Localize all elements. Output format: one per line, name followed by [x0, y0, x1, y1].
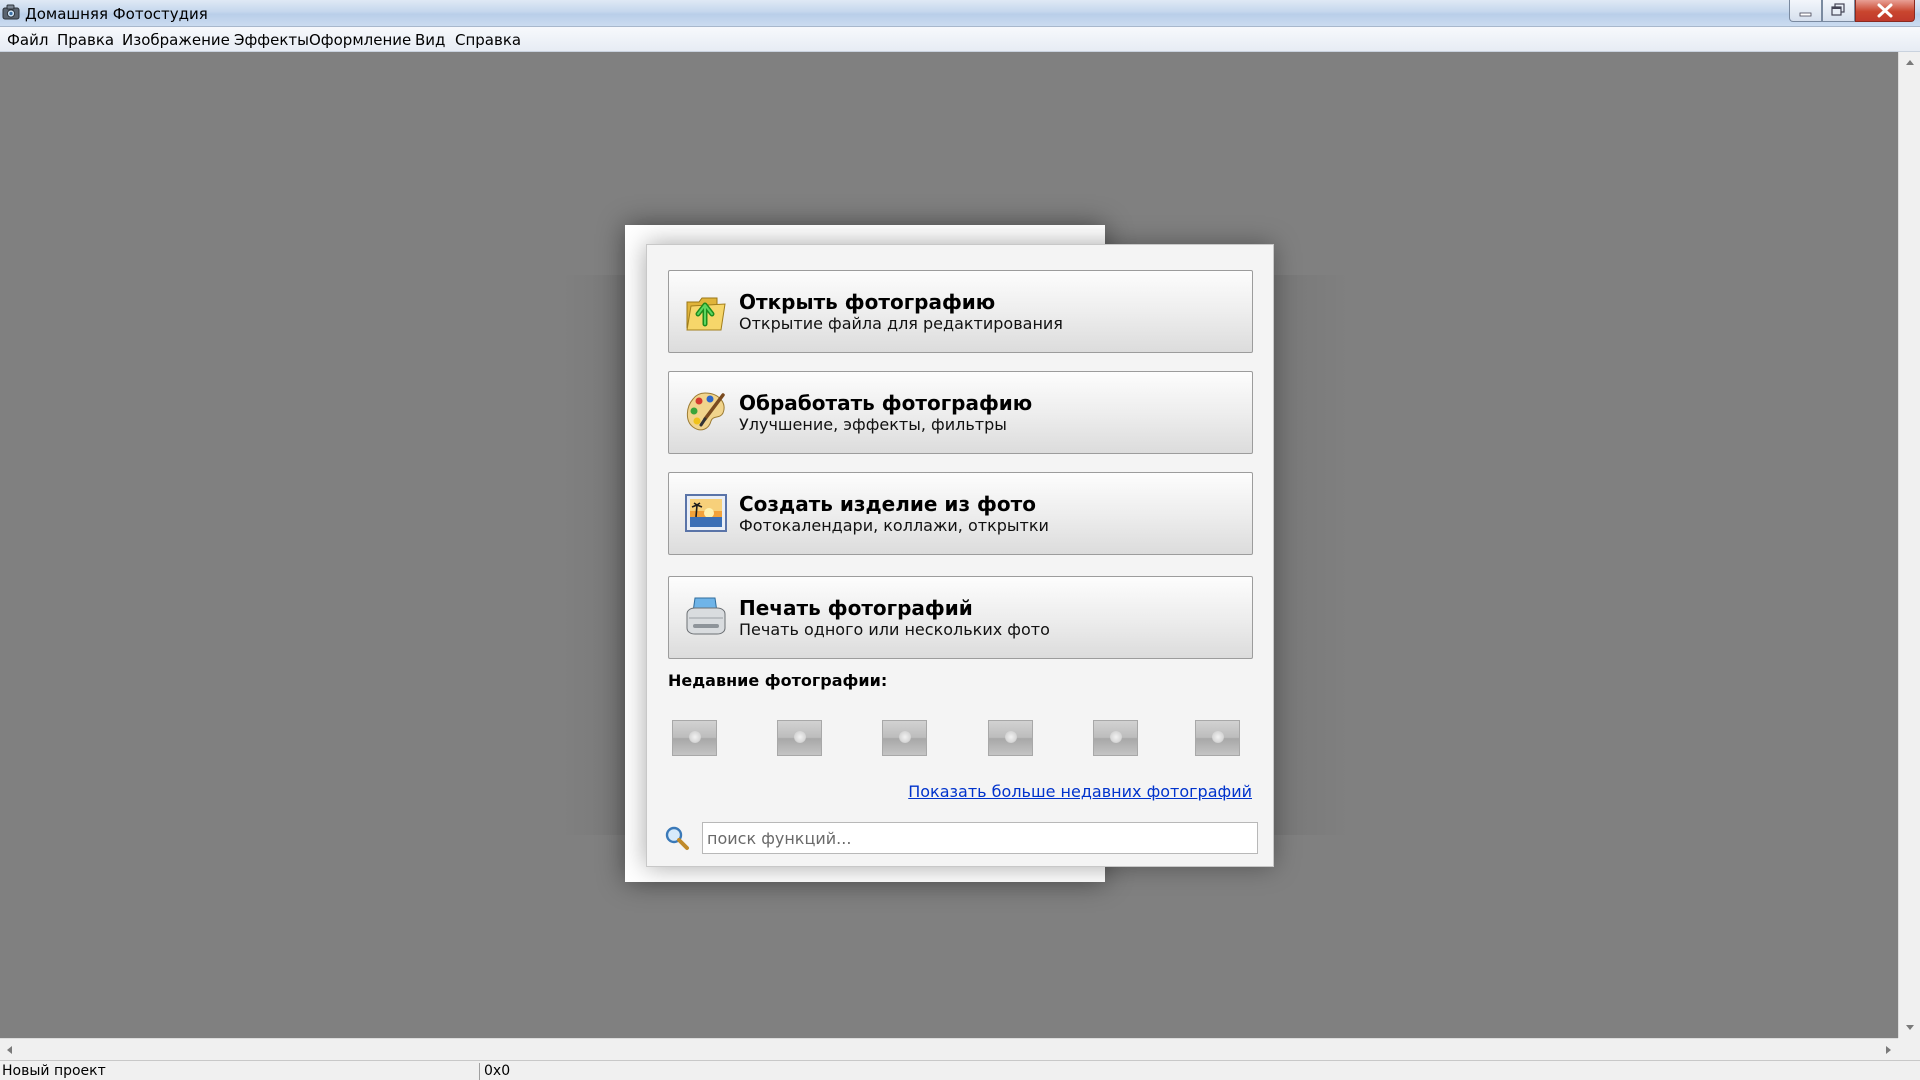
create-product-button[interactable]: Создать изделие из фото Фотокалендари, к… — [668, 472, 1253, 555]
edit-photo-button[interactable]: Обработать фотографию Улучшение, эффекты… — [668, 371, 1253, 454]
action-subtitle: Открытие файла для редактирования — [739, 314, 1063, 333]
action-title: Создать изделие из фото — [739, 492, 1036, 516]
status-divider — [479, 1063, 480, 1080]
menu-design[interactable]: Оформление — [309, 31, 411, 49]
scrollbar-corner — [1898, 1038, 1920, 1060]
start-panel: Открыть фотографию Открытие файла для ре… — [646, 244, 1274, 867]
window-title: Домашняя Фотостудия — [25, 5, 208, 23]
menu-view[interactable]: Вид — [415, 31, 445, 49]
menu-help[interactable]: Справка — [455, 31, 521, 49]
horizontal-scrollbar[interactable] — [0, 1038, 1898, 1060]
minimize-icon — [1799, 12, 1812, 17]
recent-photo-thumbnail[interactable] — [777, 720, 822, 756]
action-title: Открыть фотографию — [739, 290, 996, 314]
status-image-size: 0x0 — [484, 1063, 511, 1079]
function-search-input[interactable] — [702, 822, 1258, 854]
search-icon — [665, 826, 689, 850]
action-subtitle: Улучшение, эффекты, фильтры — [739, 415, 1007, 434]
image-placeholder-icon — [899, 731, 911, 743]
close-button[interactable] — [1855, 0, 1915, 22]
print-photos-button[interactable]: Печать фотографий Печать одного или неск… — [668, 576, 1253, 659]
recent-photo-thumbnail[interactable] — [882, 720, 927, 756]
image-placeholder-icon — [689, 731, 701, 743]
picture-icon — [685, 494, 727, 532]
menu-bar: Файл Правка Изображение Эффекты Оформлен… — [0, 27, 1920, 52]
title-bar: Домашняя Фотостудия — [0, 0, 1920, 27]
menu-file[interactable]: Файл — [7, 31, 48, 49]
scroll-right-icon[interactable] — [1886, 1046, 1891, 1054]
menu-effects[interactable]: Эффекты — [234, 31, 309, 49]
show-more-recent-link[interactable]: Показать больше недавних фотографий — [908, 782, 1252, 801]
open-photo-button[interactable]: Открыть фотографию Открытие файла для ре… — [668, 270, 1253, 353]
status-bar: Новый проект 0x0 — [0, 1060, 1920, 1080]
action-title: Обработать фотографию — [739, 391, 1033, 415]
menu-edit[interactable]: Правка — [57, 31, 114, 49]
recent-photo-thumbnail[interactable] — [672, 720, 717, 756]
image-placeholder-icon — [1212, 731, 1224, 743]
vertical-scrollbar[interactable] — [1898, 52, 1920, 1038]
open-folder-icon — [686, 297, 726, 331]
menu-image[interactable]: Изображение — [122, 31, 230, 49]
recent-photos-label: Недавние фотографии: — [668, 671, 888, 690]
scroll-left-icon[interactable] — [7, 1046, 12, 1054]
image-placeholder-icon — [1005, 731, 1017, 743]
action-subtitle: Фотокалендари, коллажи, открытки — [739, 516, 1049, 535]
camera-icon — [2, 4, 20, 20]
recent-photo-thumbnail[interactable] — [988, 720, 1033, 756]
printer-icon — [686, 597, 726, 635]
close-icon — [1877, 3, 1893, 18]
palette-icon — [686, 392, 725, 431]
recent-photo-thumbnail[interactable] — [1195, 720, 1240, 756]
minimize-button[interactable] — [1789, 0, 1822, 22]
action-subtitle: Печать одного или нескольких фото — [739, 620, 1050, 639]
recent-photo-thumbnail[interactable] — [1093, 720, 1138, 756]
image-placeholder-icon — [794, 731, 806, 743]
maximize-icon — [1831, 3, 1845, 16]
scroll-up-icon[interactable] — [1906, 60, 1914, 65]
status-project-name: Новый проект — [2, 1063, 106, 1079]
scroll-down-icon[interactable] — [1906, 1025, 1914, 1030]
image-placeholder-icon — [1110, 731, 1122, 743]
maximize-button[interactable] — [1822, 0, 1855, 22]
action-title: Печать фотографий — [739, 596, 973, 620]
